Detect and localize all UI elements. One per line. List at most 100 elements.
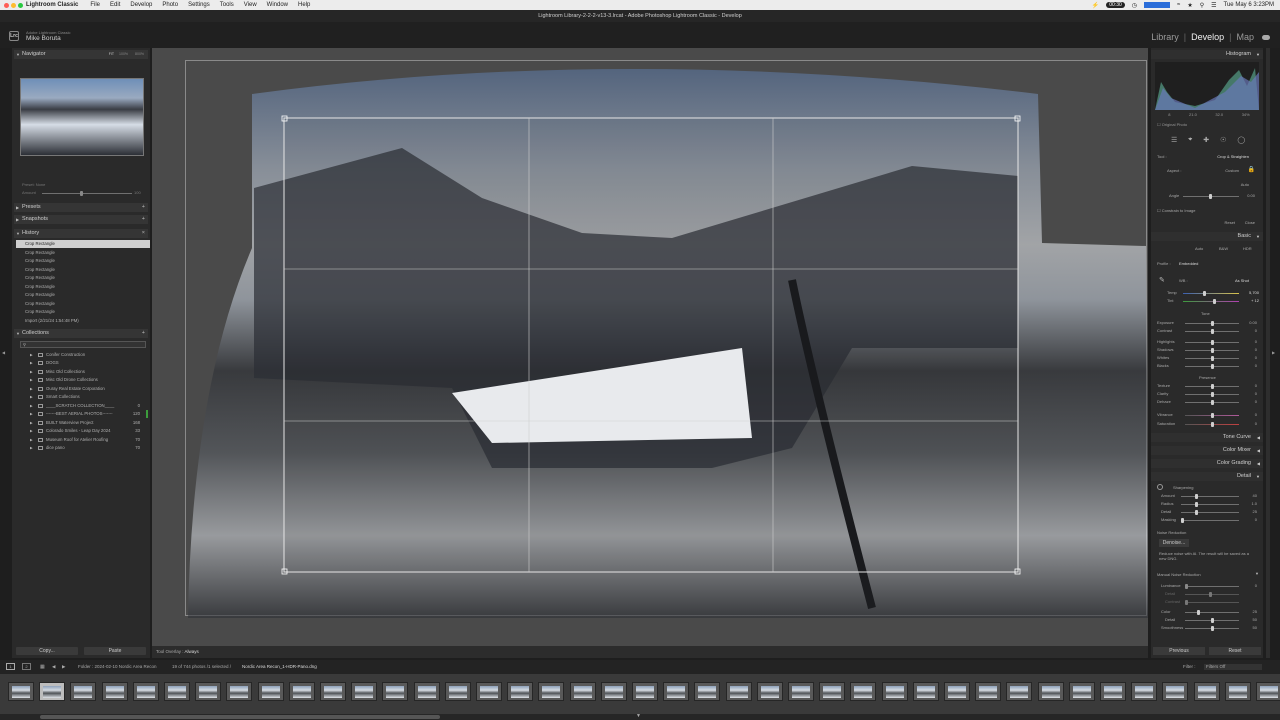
disclosure-icon[interactable]: ▶ <box>30 351 33 359</box>
slider-value[interactable]: 25 <box>1237 609 1257 614</box>
slider-track[interactable] <box>1181 504 1239 505</box>
temp-value[interactable]: 5,700 <box>1239 290 1259 295</box>
mode-bw[interactable]: B&W <box>1219 246 1228 251</box>
slider-track[interactable] <box>1185 612 1239 613</box>
add-snapshot-icon[interactable]: + <box>142 215 145 224</box>
healing-tool-icon[interactable]: ✚ <box>1203 136 1209 144</box>
slider-value[interactable]: 0 <box>1237 583 1257 588</box>
zoom-fit[interactable]: FIT <box>109 50 114 59</box>
selected-filename[interactable]: Nordic Area Recon_1-HDR-Pano.dng <box>242 660 317 674</box>
filmstrip-thumbnail[interactable] <box>756 682 783 701</box>
collection-item[interactable]: ▶ Colorado Smiles - Leap Day 2024 33 <box>16 427 150 435</box>
crop-reset-button[interactable]: Reset <box>1225 220 1235 225</box>
slider-value[interactable]: 50 <box>1237 625 1257 630</box>
filmstrip-thumbnail[interactable] <box>257 682 284 701</box>
slider-track[interactable] <box>1185 602 1239 603</box>
clock-status-icon[interactable]: ◷ <box>1132 2 1137 9</box>
presets-header[interactable]: ▶ Presets + <box>14 203 148 212</box>
crop-rectangle[interactable] <box>283 117 1019 573</box>
filmstrip-thumbnail[interactable] <box>569 682 596 701</box>
filmstrip-thumbnail[interactable] <box>725 682 752 701</box>
slider-thumb[interactable] <box>1185 584 1188 589</box>
filmstrip-thumbnail[interactable] <box>881 682 908 701</box>
history-item[interactable]: Import (2/21/24 1:54:48 PM) <box>16 317 150 325</box>
disclosure-icon[interactable]: ▶ <box>30 368 33 376</box>
page-2-button[interactable]: 2 <box>22 663 31 670</box>
slider-value[interactable]: 40 <box>1237 493 1257 498</box>
collection-item[interactable]: ▶ DOGS <box>16 359 150 367</box>
filmstrip-thumbnail[interactable] <box>944 682 970 701</box>
detail-header[interactable]: Detail ▼ <box>1151 472 1263 481</box>
slider-thumb[interactable] <box>1209 592 1212 597</box>
right-panel-toggle-icon[interactable]: ▶ <box>1272 350 1275 355</box>
color-grading-header[interactable]: Color Grading ◀ <box>1151 459 1263 468</box>
slider-thumb[interactable] <box>1211 329 1214 334</box>
copy-button[interactable]: Copy... <box>16 647 78 655</box>
left-panel-toggle-icon[interactable]: ◀ <box>2 350 5 355</box>
filmstrip-thumbnail[interactable] <box>600 682 627 701</box>
angle-thumb[interactable] <box>1209 194 1212 199</box>
filmstrip-thumbnail[interactable] <box>444 682 471 701</box>
collection-item[interactable]: ▶ Misc Old Drone Collections <box>16 376 150 384</box>
filmstrip-scrollbar[interactable]: ▼ <box>0 713 1280 720</box>
collection-item[interactable]: ▶ Conifer Construction <box>16 351 150 359</box>
filmstrip-thumbnail[interactable] <box>1037 682 1064 701</box>
bluetooth-icon[interactable]: ★ <box>1187 2 1192 9</box>
right-panel-scrollbar[interactable] <box>1266 48 1270 658</box>
profile-value[interactable]: Embedded <box>1179 261 1198 266</box>
module-develop[interactable]: Develop <box>1191 32 1224 42</box>
disclosure-icon[interactable]: ▶ <box>30 427 33 435</box>
menu-tools[interactable]: Tools <box>220 2 234 8</box>
disclosure-icon[interactable]: ▶ <box>30 402 33 410</box>
filmstrip-thumbnail[interactable] <box>850 682 877 701</box>
bolt-icon[interactable]: ⚡ <box>1092 2 1099 9</box>
filmstrip-thumbnail[interactable] <box>788 682 814 701</box>
disclosure-icon[interactable]: ▶ <box>30 393 33 401</box>
tool-overlay-value[interactable]: Always <box>185 649 199 654</box>
preset-amount-track[interactable] <box>42 193 132 194</box>
slider-thumb[interactable] <box>1195 494 1198 499</box>
disclosure-icon[interactable]: ▶ <box>30 419 33 427</box>
filmstrip-thumbnail[interactable] <box>912 682 939 701</box>
slider-thumb[interactable] <box>1195 502 1198 507</box>
aspect-value[interactable]: Custom <box>1225 168 1239 173</box>
zoom-window-icon[interactable] <box>18 2 23 8</box>
slider-thumb[interactable] <box>1211 356 1214 361</box>
zoom-800[interactable]: 800% <box>135 50 144 59</box>
filmstrip-thumbnail[interactable] <box>1100 682 1126 701</box>
preset-amount-thumb[interactable] <box>80 191 83 196</box>
detail-preview-icon[interactable] <box>1157 484 1163 490</box>
slider-thumb[interactable] <box>1181 518 1184 523</box>
forward-arrow-icon[interactable]: ▶ <box>62 660 65 674</box>
slider-value[interactable]: 0 <box>1237 339 1257 344</box>
folder-source[interactable]: Folder : 2024-02-10 Nordic Area Recon <box>78 660 157 674</box>
slider-thumb[interactable] <box>1211 321 1214 326</box>
control-center-icon[interactable]: ☰ <box>1211 2 1216 9</box>
filmstrip-thumbnail[interactable] <box>632 682 658 701</box>
slider-value[interactable]: 0 <box>1237 399 1257 404</box>
edit-tool-icon[interactable]: ☰ <box>1171 136 1177 144</box>
slider-thumb[interactable] <box>1211 422 1214 427</box>
slider-value[interactable]: 0 <box>1237 383 1257 388</box>
filmstrip-thumbnail[interactable] <box>1131 682 1158 701</box>
history-item[interactable]: Crop Rectangle <box>16 257 150 265</box>
wb-value[interactable]: As Shot <box>1235 278 1249 283</box>
add-collection-icon[interactable]: + <box>142 329 145 338</box>
status-indicator[interactable] <box>1144 2 1171 8</box>
menu-develop[interactable]: Develop <box>130 2 152 8</box>
crop-tool-icon[interactable]: ⌖ <box>1188 136 1192 144</box>
reset-button[interactable]: Reset <box>1209 647 1261 655</box>
slider-thumb[interactable] <box>1211 618 1214 623</box>
menu-window[interactable]: Window <box>267 2 288 8</box>
slider-thumb[interactable] <box>1211 364 1214 369</box>
mode-auto[interactable]: Auto <box>1195 246 1203 251</box>
tint-value[interactable]: + 12 <box>1239 298 1259 303</box>
temp-thumb[interactable] <box>1203 291 1206 296</box>
slider-value[interactable]: 25 <box>1237 509 1257 514</box>
image-canvas[interactable] <box>152 48 1148 646</box>
slider-thumb[interactable] <box>1197 610 1200 615</box>
slider-track[interactable] <box>1181 512 1239 513</box>
filmstrip-thumbnail[interactable] <box>819 682 846 701</box>
slider-value[interactable]: 1.0 <box>1237 501 1257 506</box>
menu-app-name[interactable]: Lightroom Classic <box>26 2 78 8</box>
